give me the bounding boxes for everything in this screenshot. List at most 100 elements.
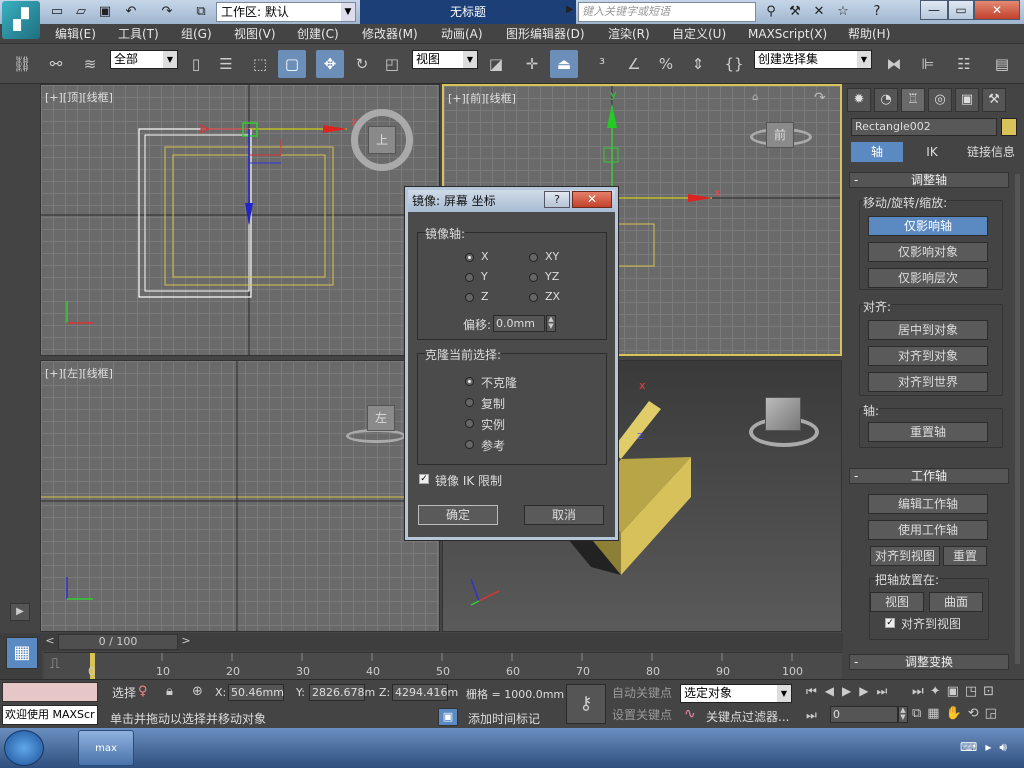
align-to-view-button[interactable]: 对齐到视图 [870,546,940,566]
motion-tab-icon[interactable]: ◎ [928,88,952,112]
save-icon[interactable]: ▣ [96,3,114,21]
time-prev-button[interactable]: < [44,634,56,650]
favorites-star-icon[interactable]: ☆ [834,3,852,21]
offset-spinner-icon[interactable]: ▲ ▼ [546,315,556,332]
isolate-icon[interactable]: ♀ [138,684,148,699]
y-coordinate-field[interactable]: 2826.678m [309,684,375,701]
reset-button[interactable]: 重置 [943,546,987,566]
object-color-swatch[interactable] [1001,118,1017,136]
set-key-button[interactable]: 设置关键点 [612,706,672,724]
tab-ik[interactable]: IK [907,142,957,162]
menu-animation[interactable]: 动画(A) [441,24,483,44]
time-next-button[interactable]: > [180,634,192,650]
x-coordinate-field[interactable]: 50.46mm [228,684,284,701]
edit-working-pivot-button[interactable]: 编辑工作轴 [868,494,988,514]
object-name-field[interactable]: Rectangle002 [851,118,997,136]
axis-z-radio[interactable] [465,293,474,302]
window-crossing-icon[interactable]: ▢ [278,50,306,78]
undo-icon[interactable]: ↶ [122,3,140,21]
subscription-icon[interactable]: ⚒ [786,3,804,21]
select-and-rotate-icon[interactable]: ↻ [348,50,376,78]
set-key-icon[interactable]: ⚷ [566,684,606,724]
add-time-tag-label[interactable]: 添加时间标记 [468,710,540,727]
play-arrow-icon[interactable]: ▶ [566,4,574,15]
menu-views[interactable]: 视图(V) [234,24,276,44]
center-to-object-button[interactable]: 居中到对象 [868,320,988,340]
viewport-top[interactable]: x 上 [+][顶][线框] [40,84,440,356]
lock-selection-icon[interactable]: 🔒︎ [166,684,173,699]
taskbar-app-3dsmax[interactable]: max [78,730,134,766]
viewport-label-front[interactable]: [+][前][线框] [448,90,516,106]
rotate-view-icon[interactable]: ↷ [814,90,826,106]
communication-icon[interactable]: ✕ [810,3,828,21]
viewcube[interactable]: 上 [368,126,396,154]
use-working-pivot-button[interactable]: 使用工作轴 [868,520,988,540]
create-tab-icon[interactable]: ✹ [847,88,871,112]
viewcube[interactable] [765,397,801,431]
hierarchy-tab-icon[interactable]: ♖ [901,88,925,112]
reference-radio[interactable] [465,440,474,449]
select-and-scale-icon[interactable]: ◰ [378,50,406,78]
menu-maxscript[interactable]: MAXScript(X) [748,24,827,44]
utilities-tab-icon[interactable]: ⚒ [982,88,1006,112]
place-on-view-button[interactable]: 视图 [870,592,924,612]
open-file-icon[interactable]: ▱ [72,3,90,21]
instance-radio[interactable] [465,419,474,428]
rollout-adjust-transform[interactable]: - 调整变换 [849,654,1009,670]
link-icon[interactable]: ⛓ [8,50,36,78]
expand-arrow-icon[interactable]: ▶ [10,603,30,621]
panel-scrollbar[interactable] [1015,174,1020,664]
menu-group[interactable]: 组(G) [181,24,212,44]
layer-manager-icon[interactable]: ☷ [950,50,978,78]
viewcube[interactable]: 左 [367,405,395,431]
no-clone-radio[interactable] [465,377,474,386]
snaps-toggle-icon[interactable]: ³ [588,50,616,78]
rectangular-selection-icon[interactable]: ⬚ [246,50,274,78]
tab-pivot[interactable]: 轴 [851,142,903,162]
viewcube[interactable]: 前 [766,122,794,148]
edit-named-selection-icon[interactable]: {} [720,50,748,78]
workspace-dropdown[interactable]: 工作区: 默认 ▼ [216,2,356,22]
menu-customize[interactable]: 自定义(U) [672,24,726,44]
select-and-move-icon[interactable]: ✥ [316,50,344,78]
help-icon[interactable]: ? [868,3,886,21]
auto-key-button[interactable]: 自动关键点 [612,684,672,702]
project-folder-icon[interactable]: ⧉ [192,3,210,21]
keyboard-shortcut-override-icon[interactable]: ⏏ [550,50,578,78]
new-file-icon[interactable]: ▭ [48,3,66,21]
axis-xy-radio[interactable] [529,253,538,262]
menu-tools[interactable]: 工具(T) [118,24,159,44]
select-object-icon[interactable]: ▯ [182,50,210,78]
align-to-world-button[interactable]: 对齐到世界 [868,372,988,392]
mirror-ik-checkbox[interactable]: ✓ [419,474,429,484]
viewport-label-top[interactable]: [+][顶][线框] [45,89,113,105]
playback-controls[interactable]: ⏮◀▶▶⏭ [806,684,895,699]
axis-y-radio[interactable] [465,273,474,282]
system-tray-icons[interactable]: ⌨▸🔊︎ [960,740,1015,755]
spinner-snap-icon[interactable]: ⇕ [684,50,712,78]
app-logo-icon[interactable]: ▞ [2,1,40,39]
start-button-icon[interactable] [4,730,44,766]
track-bar[interactable]: 0 10 20 30 40 50 60 70 80 90 100 [44,652,842,679]
maxscript-mini-listener[interactable]: 欢迎使用 MAXScr [2,705,98,725]
help-button[interactable]: ? [544,191,570,208]
binoculars-icon[interactable]: ⚲ [762,3,780,21]
current-frame-field[interactable]: 0 [830,706,898,723]
graphite-tools-icon[interactable]: ▤ [988,50,1016,78]
menu-graph-editors[interactable]: 图形编辑器(D) [506,24,585,44]
dialog-titlebar[interactable]: 镜像: 屏幕 坐标 ? ✕ [408,190,615,212]
modify-tab-icon[interactable]: ◔ [874,88,898,112]
frame-spinner-icon[interactable]: ▲ ▼ [898,706,908,723]
align-to-view-checkbox[interactable]: ✓ [885,618,895,628]
angle-snap-icon[interactable]: ∠ [620,50,648,78]
frame-counter[interactable]: 0 / 100 [58,634,178,650]
selection-filter-dropdown[interactable]: 全部 ▼ [110,50,178,69]
display-tab-icon[interactable]: ▣ [955,88,979,112]
axis-x-radio[interactable] [465,253,474,262]
tab-link-info[interactable]: 链接信息 [961,142,1021,162]
select-by-name-icon[interactable]: ☰ [212,50,240,78]
redo-icon[interactable]: ↷ [158,3,176,21]
affect-object-only-button[interactable]: 仅影响对象 [868,242,988,262]
home-icon[interactable]: ⌂ [752,92,766,103]
close-button[interactable]: ✕ [974,0,1020,20]
